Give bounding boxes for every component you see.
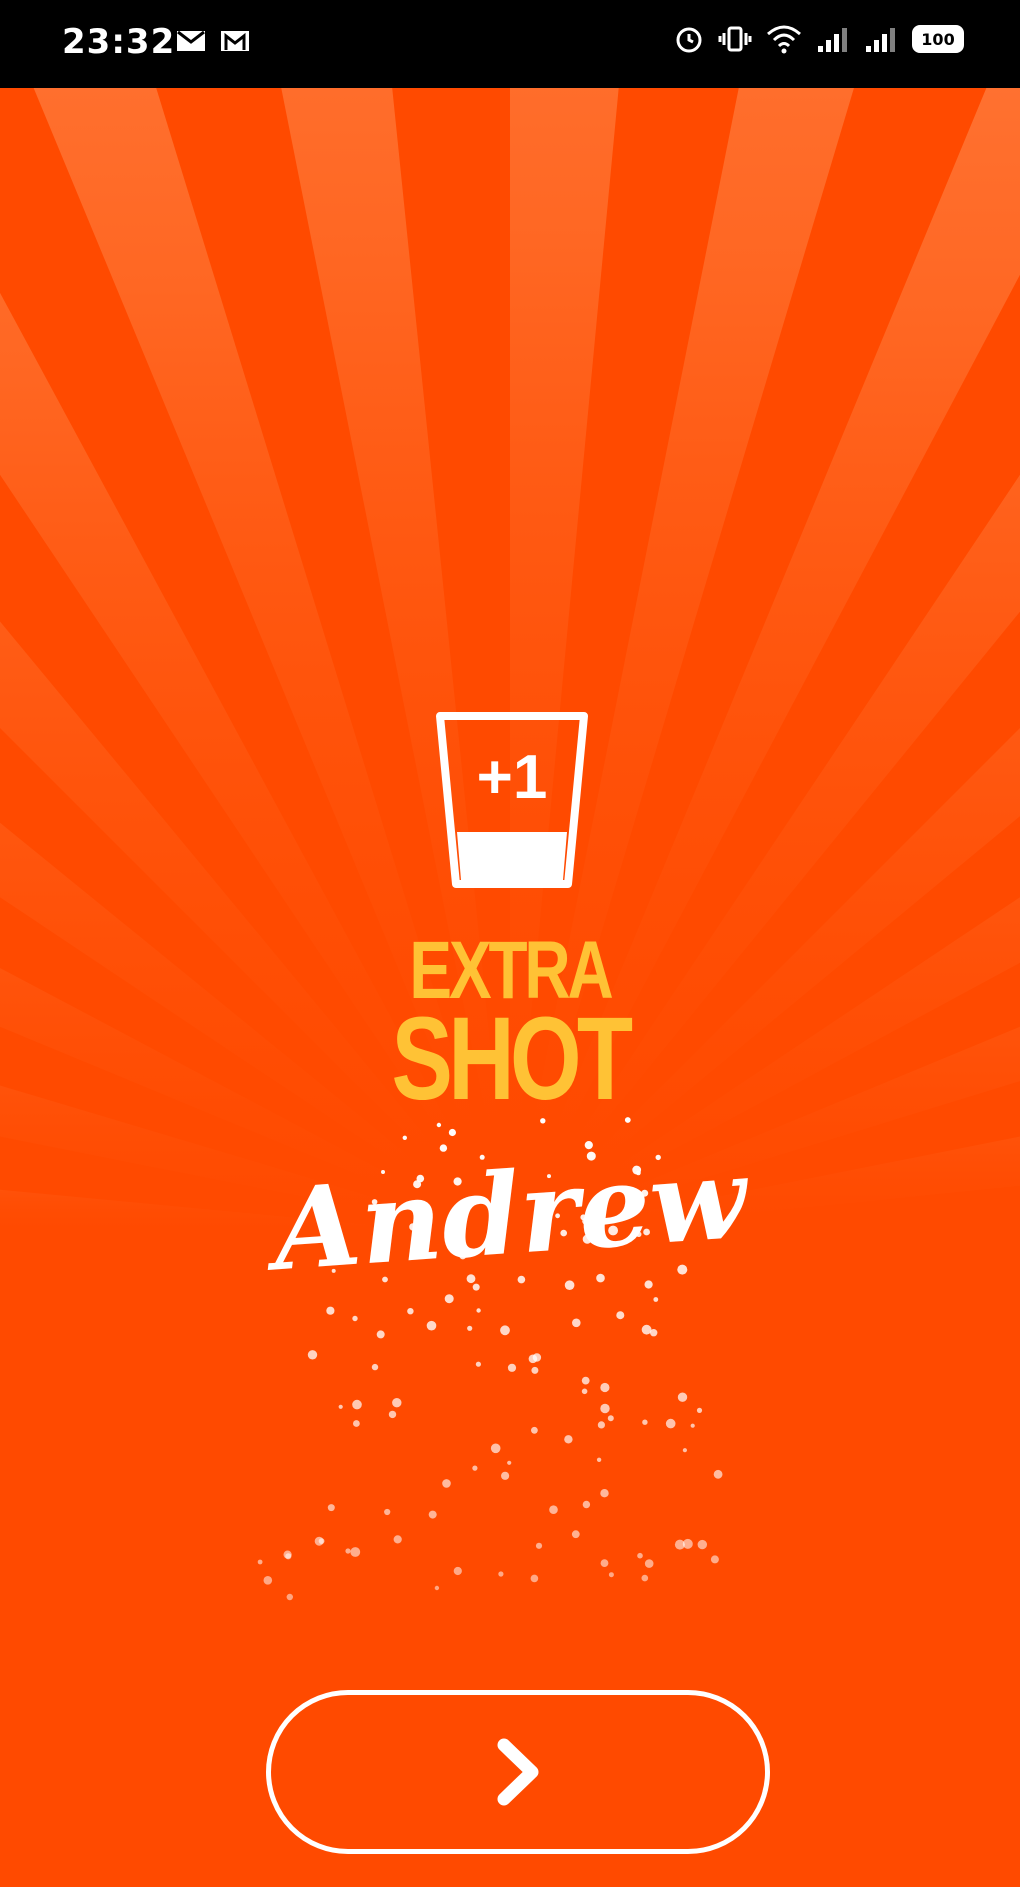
mail-icon — [177, 30, 205, 51]
next-button[interactable] — [266, 1690, 770, 1854]
status-left-icons — [176, 30, 250, 52]
wifi-icon — [767, 25, 801, 54]
vibrate-icon — [718, 26, 752, 52]
status-time: 23:32 — [62, 22, 176, 62]
battery-level: 100 — [921, 29, 955, 49]
alarm-icon — [676, 27, 702, 53]
chevron-right-icon — [497, 1738, 539, 1806]
brand-title-line2: SHOT — [391, 993, 634, 1125]
battery-icon: 100 — [912, 25, 964, 53]
splash-screen: 23:32 100 +1 EXTRA SHOT Andrew — [0, 0, 1020, 1887]
gmail-icon — [221, 31, 249, 51]
shot-glass-icon: +1 — [436, 712, 588, 888]
status-right-icons: 100 — [674, 24, 964, 54]
status-bar: 23:32 100 — [0, 0, 1020, 88]
signal-icon — [818, 28, 847, 52]
badge-text: +1 — [477, 743, 548, 812]
signal-icon — [866, 28, 895, 52]
